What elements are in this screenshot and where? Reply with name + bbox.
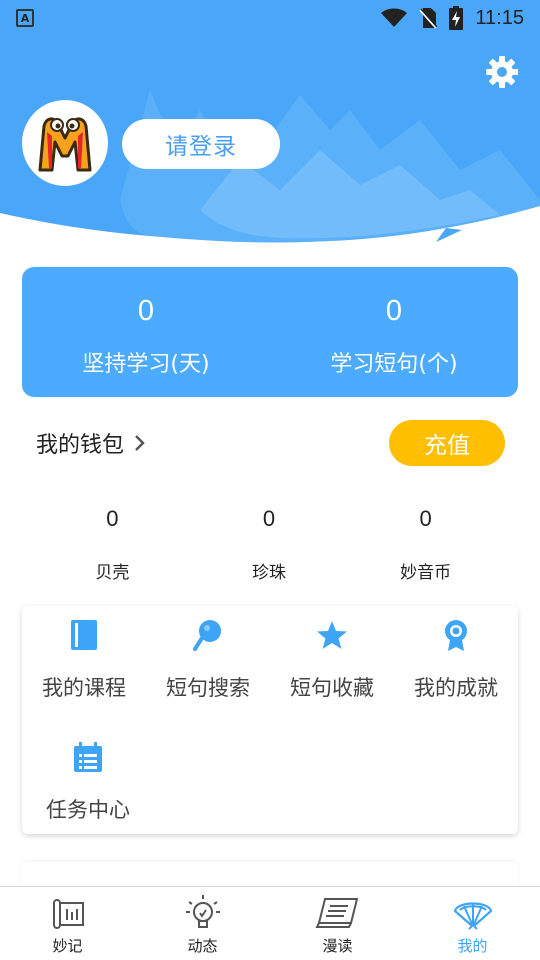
scroll-icon — [50, 893, 86, 933]
status-bar: A 11:15 — [0, 0, 540, 36]
star-icon — [315, 618, 349, 652]
battery-charging-icon — [449, 6, 464, 30]
feature-sentence-favorites[interactable]: 短句收藏 — [270, 606, 394, 716]
nav-profile[interactable]: 我的 — [405, 887, 540, 960]
stat-study-days[interactable]: 0 坚持学习(天) — [22, 267, 270, 397]
currency-list: 0 贝壳 0 珍珠 0 妙音币 — [34, 498, 504, 594]
stat-value: 0 — [137, 295, 155, 327]
nav-reading[interactable]: 漫读 — [270, 887, 405, 960]
feature-sentence-search[interactable]: 短句搜索 — [146, 606, 270, 716]
learning-stats-card: 0 坚持学习(天) 0 学习短句(个) — [22, 267, 518, 397]
wifi-icon — [381, 8, 408, 28]
stat-sentences-learned[interactable]: 0 学习短句(个) — [270, 267, 518, 397]
clock: 11:15 — [475, 6, 524, 29]
currency-value: 0 — [106, 506, 119, 531]
feature-label: 短句收藏 — [290, 676, 374, 700]
feature-label: 任务中心 — [46, 798, 130, 822]
nav-label: 动态 — [187, 937, 218, 955]
app-logo-avatar — [38, 117, 92, 172]
nav-label: 妙记 — [52, 937, 83, 955]
currency-coins[interactable]: 0 妙音币 — [347, 498, 504, 594]
feature-task-center[interactable]: 任务中心 — [26, 728, 150, 838]
nav-label: 我的 — [457, 937, 488, 955]
wallet-title: 我的钱包 — [36, 433, 125, 458]
wallet-row: 我的钱包 充值 — [36, 420, 506, 466]
stat-value: 0 — [385, 295, 403, 327]
feature-label: 短句搜索 — [166, 676, 250, 700]
login-button[interactable]: 请登录 — [122, 119, 280, 169]
feature-achievements[interactable]: 我的成就 — [394, 606, 518, 716]
nav-notes[interactable]: 妙记 — [0, 887, 135, 960]
recharge-button[interactable]: 充值 — [389, 420, 505, 466]
lightbulb-icon — [183, 893, 223, 933]
currency-value: 0 — [262, 506, 276, 531]
feature-my-courses[interactable]: 我的课程 — [22, 606, 146, 716]
currency-shells[interactable]: 0 贝壳 — [34, 498, 191, 594]
nav-label: 漫读 — [322, 937, 353, 955]
stat-label: 坚持学习(天) — [82, 352, 210, 377]
book-icon — [67, 618, 101, 652]
search-icon — [191, 618, 225, 652]
no-sim-icon — [419, 7, 438, 29]
feature-label: 我的课程 — [42, 676, 126, 700]
gear-icon — [486, 56, 518, 88]
fan-icon — [451, 893, 495, 933]
book-open-icon — [314, 893, 361, 933]
avatar[interactable] — [22, 100, 108, 186]
currency-label: 贝壳 — [95, 563, 130, 583]
app-notification-icon: A — [16, 9, 34, 27]
wallet-link[interactable]: 我的钱包 — [36, 427, 146, 459]
stat-label: 学习短句(个) — [330, 352, 458, 377]
calendar-icon — [71, 740, 105, 774]
feature-label: 我的成就 — [414, 676, 498, 700]
currency-value: 0 — [419, 506, 432, 531]
settings-button[interactable] — [484, 54, 520, 90]
currency-pearls[interactable]: 0 珍珠 — [191, 498, 348, 594]
nav-feed[interactable]: 动态 — [135, 887, 270, 960]
bottom-navigation: 妙记 动态 漫读 我的 — [0, 886, 540, 960]
features-card: 我的课程 短句搜索 短句收藏 我的成就 任务中心 — [22, 606, 518, 834]
chevron-right-icon — [134, 433, 146, 453]
currency-label: 珍珠 — [252, 563, 286, 583]
medal-icon — [439, 618, 473, 652]
currency-label: 妙音币 — [400, 563, 452, 583]
